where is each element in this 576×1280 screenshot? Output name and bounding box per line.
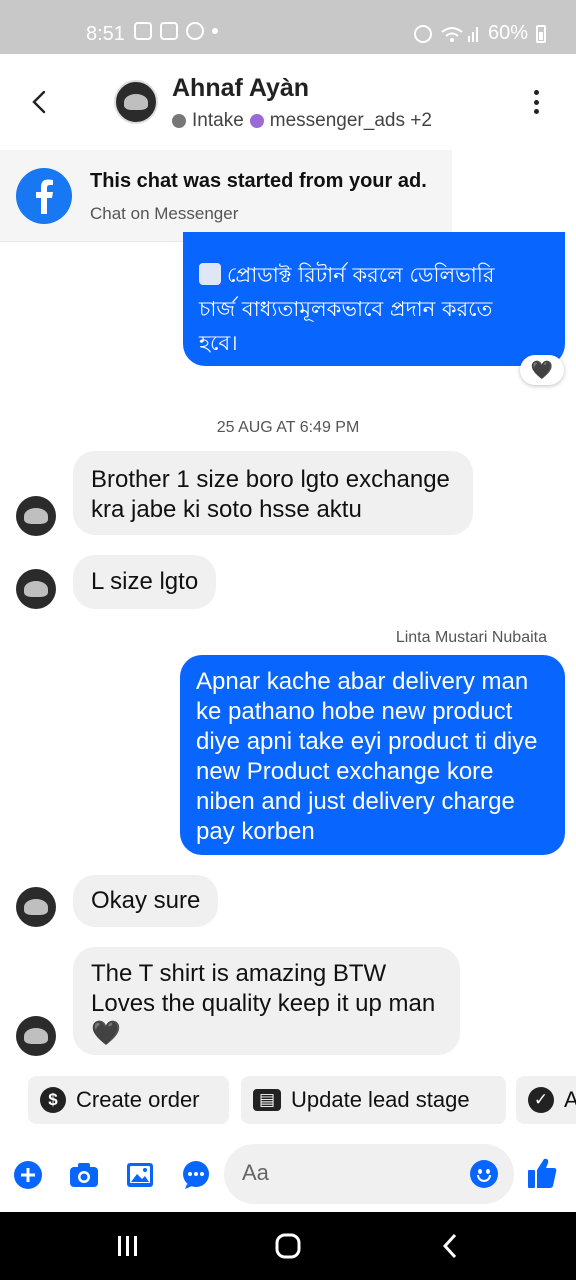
dollar-icon: $ — [40, 1087, 66, 1113]
emoji-icon[interactable] — [470, 1160, 498, 1188]
ad-banner-subtitle: Chat on Messenger — [90, 204, 239, 223]
incoming-message[interactable]: Brother 1 size boro lgto exchange kra ja… — [73, 451, 473, 535]
message-composer: Aa — [0, 1138, 576, 1212]
system-navigation-bar — [0, 1212, 576, 1280]
chat-header: Ahnaf Ayàn Intake messenger_ads +2 — [0, 54, 576, 150]
ad-banner-title: This chat was started from your ad. — [90, 170, 427, 192]
contact-labels[interactable]: Intake messenger_ads +2 — [172, 110, 432, 132]
repeat-icon — [199, 263, 221, 285]
black-heart-icon: 🖤 — [530, 359, 554, 380]
black-heart-icon: 🖤 — [91, 1020, 121, 1047]
update-lead-stage-button[interactable]: ▤ Update lead stage — [241, 1076, 506, 1124]
label-intake: Intake — [192, 110, 244, 131]
battery-icon — [536, 24, 546, 43]
message-input[interactable]: Aa — [224, 1144, 514, 1204]
status-bar: 8:51 60% — [0, 0, 576, 54]
status-notification-icons — [134, 22, 218, 40]
back-arrow-icon[interactable] — [28, 86, 52, 118]
battery-percent: 60% — [487, 22, 528, 44]
camera-icon[interactable] — [69, 1160, 99, 1190]
thumbs-up-icon[interactable] — [526, 1156, 558, 1190]
contact-avatar-small[interactable] — [16, 887, 56, 927]
recent-apps-icon[interactable] — [116, 1234, 140, 1258]
create-order-button[interactable]: $ Create order — [28, 1076, 229, 1124]
contact-avatar-small[interactable] — [16, 496, 56, 536]
status-time: 8:51 — [86, 23, 125, 45]
contact-avatar-small[interactable] — [16, 569, 56, 609]
label-messenger-ads: messenger_ads +2 — [269, 110, 432, 131]
back-nav-icon[interactable] — [438, 1232, 462, 1260]
ad-origin-banner: This chat was started from your ad. Chat… — [0, 150, 452, 242]
intake-label-dot-icon — [172, 114, 186, 128]
chat-bubble-icon[interactable] — [181, 1160, 211, 1190]
gallery-icon — [160, 22, 178, 40]
incoming-message[interactable]: The T shirt is amazing BTW Loves the qua… — [73, 947, 460, 1055]
sender-name-label: Linta Mustari Nubaita — [395, 629, 547, 646]
contact-name[interactable]: Ahnaf Ayàn — [172, 74, 309, 103]
more-notifications-dot-icon — [212, 28, 218, 34]
messenger-ads-label-dot-icon — [249, 114, 264, 128]
status-system-icons: 60% — [413, 22, 546, 45]
facebook-logo-icon — [16, 168, 72, 224]
third-action-button[interactable]: ✓ A — [516, 1076, 576, 1124]
message-timestamp: 25 AUG AT 6:49 PM — [216, 419, 360, 436]
outgoing-message[interactable]: Apnar kache abar delivery man ke pathano… — [180, 655, 565, 855]
alarm-clock-icon — [413, 24, 432, 43]
plus-icon[interactable] — [13, 1160, 43, 1190]
home-icon[interactable] — [274, 1232, 302, 1260]
more-options-icon[interactable] — [534, 90, 540, 114]
wifi-signal-icon — [441, 26, 478, 42]
heart-reaction[interactable]: 🖤 — [520, 355, 564, 385]
outgoing-message[interactable]: প্রোডাক্ট রিটার্ন করলে ডেলিভারি চার্জ বা… — [183, 232, 565, 366]
alarm-icon — [134, 22, 152, 40]
incoming-message[interactable]: Okay sure — [73, 875, 219, 927]
contact-avatar-small[interactable] — [16, 1016, 56, 1056]
contact-avatar[interactable] — [114, 80, 158, 124]
id-card-icon: ▤ — [253, 1089, 281, 1111]
incoming-message[interactable]: L size lgto — [73, 555, 217, 609]
gallery-icon[interactable] — [125, 1160, 155, 1190]
sync-icon — [186, 22, 204, 40]
checkmark-icon: ✓ — [528, 1087, 554, 1113]
